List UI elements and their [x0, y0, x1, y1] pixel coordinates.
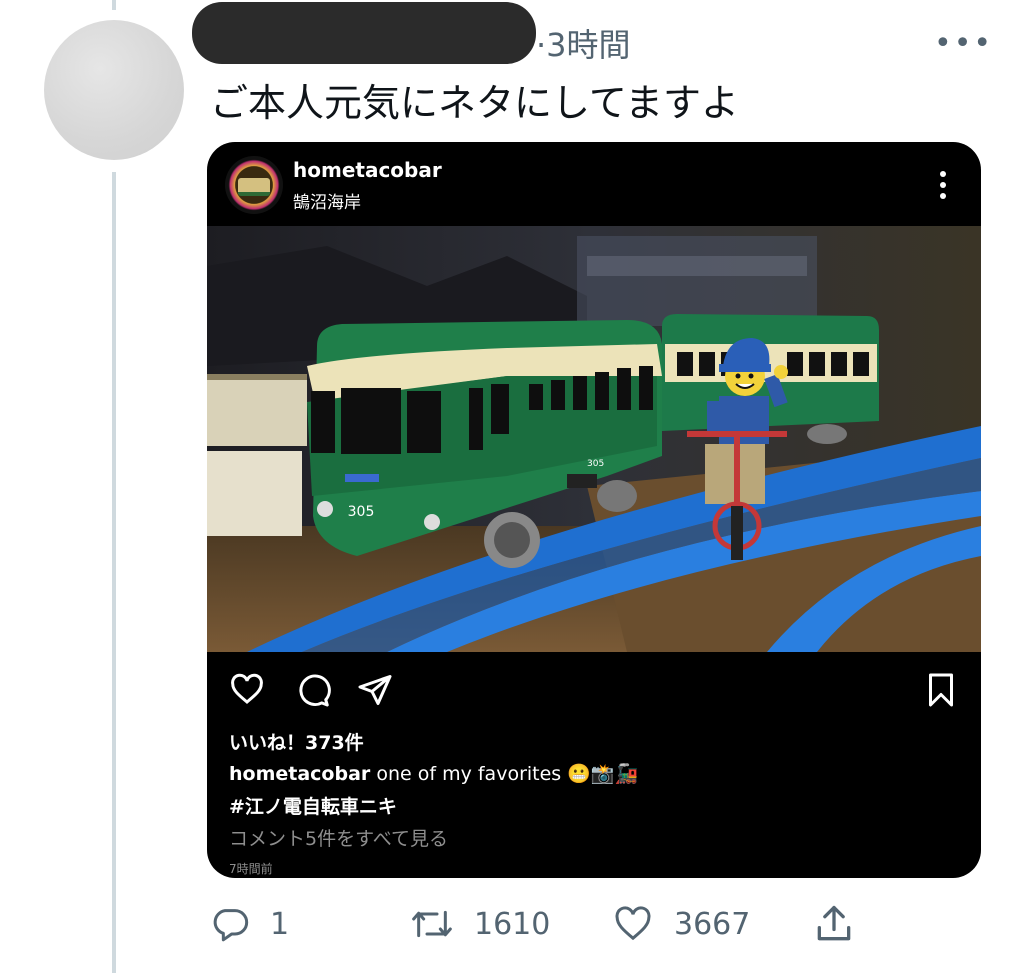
- ig-like-count: いいね！373件: [229, 732, 364, 754]
- bookmark-icon[interactable]: [923, 672, 959, 708]
- train-number: 305: [348, 504, 375, 520]
- like-button[interactable]: 3667: [612, 904, 750, 944]
- ig-avatar[interactable]: [225, 156, 283, 214]
- train-number-side: 305: [587, 459, 604, 469]
- retweet-button[interactable]: 1610: [410, 904, 550, 944]
- avatar[interactable]: [44, 20, 184, 160]
- ig-hashtag[interactable]: #江ノ電自転車ニキ: [229, 792, 397, 819]
- heart-outline-icon: [615, 906, 651, 941]
- ig-post-time: 7時間前: [229, 862, 273, 876]
- thread-line-top: [112, 0, 116, 10]
- ig-more-icon[interactable]: [933, 168, 953, 202]
- retweet-count: 1610: [474, 906, 551, 942]
- reply-count: 1: [270, 906, 290, 942]
- retweet-icon: [412, 910, 452, 938]
- redacted-username: [192, 2, 536, 64]
- reply-icon: [213, 909, 249, 942]
- post-photo: 305 305: [207, 226, 981, 652]
- ig-action-bar: [207, 672, 981, 712]
- time-separator: ·: [536, 26, 547, 64]
- reply-button[interactable]: 1: [210, 904, 289, 944]
- share-tweet-button[interactable]: [812, 902, 856, 946]
- caption-text: one of my favorites 😬📸🚂: [376, 763, 639, 785]
- ig-caption: hometacobar one of my favorites 😬📸🚂: [229, 762, 638, 785]
- upload-share-icon: [817, 905, 851, 941]
- tweet-action-bar: 1 1610 3667: [0, 900, 1024, 950]
- embedded-instagram-post[interactable]: hometacobar 鵠沼海岸 305 305 いいね！373件 hometa…: [207, 142, 981, 878]
- heart-icon[interactable]: [229, 672, 265, 708]
- tweet-text: ご本人元気にネタにしてますよ: [210, 81, 739, 125]
- ig-location[interactable]: 鵠沼海岸: [293, 188, 361, 213]
- caption-username[interactable]: hometacobar: [229, 763, 370, 785]
- thread-line: [112, 172, 116, 973]
- view-all-comments-link[interactable]: コメント5件をすべて見る: [229, 824, 448, 851]
- tweet-time-value: 3時間: [546, 26, 631, 64]
- more-options-icon[interactable]: •••: [934, 26, 993, 61]
- ig-username[interactable]: hometacobar: [293, 158, 442, 182]
- tweet-time[interactable]: ·3時間: [536, 20, 631, 66]
- comment-icon[interactable]: [295, 672, 331, 708]
- share-icon[interactable]: [357, 672, 393, 708]
- like-count: 3667: [674, 906, 751, 942]
